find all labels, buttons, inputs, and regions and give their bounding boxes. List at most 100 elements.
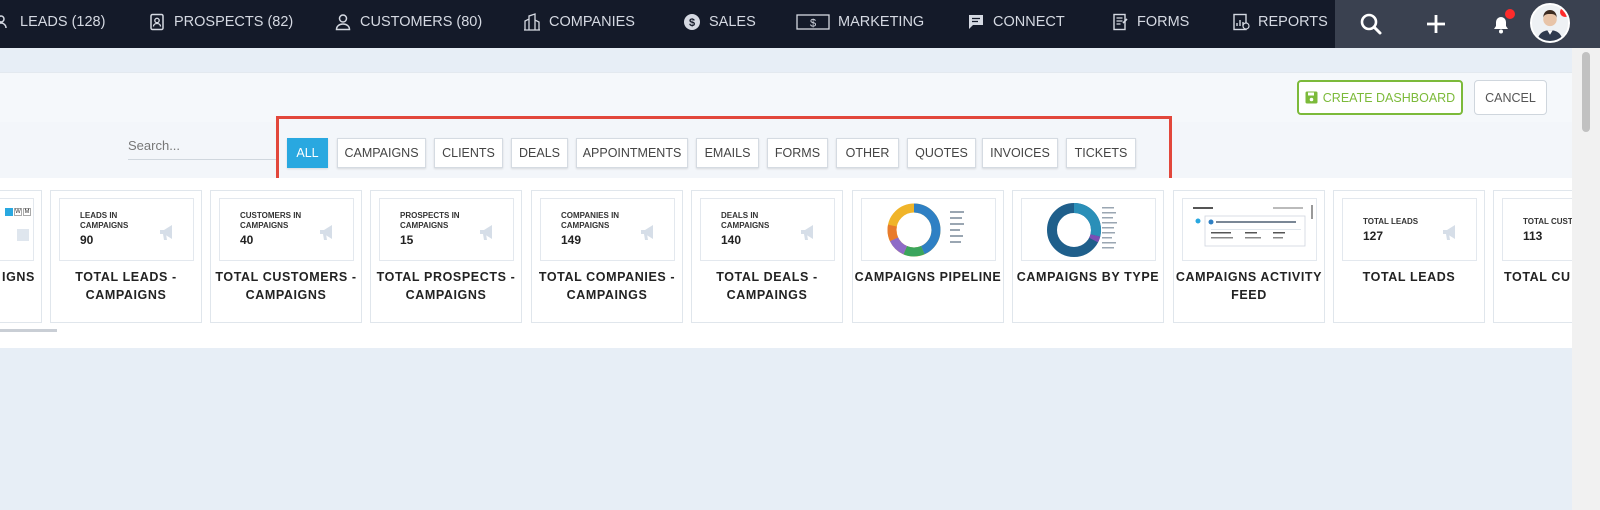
widget-card[interactable]: PROSPECTS IN CAMPAIGNS 15 TOTAL PROSPECT… bbox=[370, 190, 522, 323]
nav-label: COMPANIES bbox=[549, 14, 635, 30]
thumb-value: 113 bbox=[1523, 229, 1543, 243]
widget-gallery: W M IGNS LEADS IN CAMPAIGNS 90 TOTAL LEA… bbox=[0, 178, 1572, 348]
widget-card[interactable]: COMPANIES IN CAMPAIGNS 149 TOTAL COMPANI… bbox=[531, 190, 683, 323]
thumb-label: COMPANIES IN CAMPAIGNS bbox=[561, 211, 620, 230]
id-badge-icon bbox=[148, 13, 166, 31]
megaphone-icon bbox=[480, 225, 492, 240]
widget-title: TOTAL DEALS - CAMPAINGS bbox=[716, 270, 818, 302]
nav-label: CONNECT bbox=[993, 14, 1065, 30]
widget-title: CAMPAIGNS ACTIVITY FEED bbox=[1175, 270, 1323, 302]
search-input[interactable] bbox=[128, 132, 278, 160]
notifications-button[interactable] bbox=[1481, 4, 1521, 44]
user-icon bbox=[334, 13, 352, 31]
nav-item-marketing[interactable]: $ MARKETING bbox=[796, 0, 924, 44]
avatar-badge bbox=[1560, 7, 1568, 17]
building-icon bbox=[523, 13, 541, 31]
widget-thumbnail bbox=[1021, 198, 1156, 261]
widget-thumbnail: TOTAL CUST 113 bbox=[1502, 198, 1572, 261]
widget-thumbnail: W M bbox=[0, 198, 34, 261]
donut-chart-icon bbox=[1047, 203, 1117, 257]
thumb-label: DEALS IN CAMPAIGNS bbox=[721, 211, 770, 230]
widget-card[interactable]: TOTAL CUST 113 TOTAL CU bbox=[1493, 190, 1572, 323]
widget-card[interactable]: CAMPAIGNS BY TYPE bbox=[1012, 190, 1164, 323]
nav-item-reports[interactable]: REPORTS bbox=[1232, 0, 1328, 44]
create-dashboard-label: CREATE DASHBOARD bbox=[1322, 90, 1456, 105]
widget-thumbnail: TOTAL LEADS 127 bbox=[1342, 198, 1477, 261]
create-dashboard-button[interactable]: CREATE DASHBOARD bbox=[1297, 80, 1463, 115]
megaphone-icon bbox=[160, 225, 172, 240]
thumb-label: TOTAL LEADS bbox=[1363, 217, 1419, 226]
filter-tab-deals[interactable]: DEALS bbox=[511, 138, 568, 168]
widget-thumbnail bbox=[1182, 198, 1317, 261]
nav-label: PROSPECTS (82) bbox=[174, 14, 294, 30]
nav-item-forms[interactable]: FORMS bbox=[1111, 0, 1189, 44]
widget-thumbnail: DEALS IN CAMPAIGNS 140 bbox=[700, 198, 835, 261]
nav-item-customers[interactable]: CUSTOMERS (80) bbox=[334, 0, 482, 44]
search-button[interactable] bbox=[1351, 4, 1391, 44]
widget-card[interactable]: DEALS IN CAMPAIGNS 140 TOTAL DEALS - CAM… bbox=[691, 190, 843, 323]
widget-thumbnail bbox=[861, 198, 996, 261]
form-icon bbox=[1111, 13, 1129, 31]
nav-label: FORMS bbox=[1137, 14, 1190, 30]
widget-title: IGNS bbox=[2, 270, 35, 284]
widget-title: TOTAL LEADS bbox=[1362, 270, 1456, 284]
thumb-label: LEADS IN CAMPAIGNS bbox=[80, 211, 129, 230]
widget-thumbnail: LEADS IN CAMPAIGNS 90 bbox=[59, 198, 194, 261]
nav-label: MARKETING bbox=[838, 14, 925, 30]
nav-actions bbox=[1335, 0, 1600, 48]
filter-tab-forms[interactable]: FORMS bbox=[767, 138, 828, 168]
widget-title: TOTAL LEADS - CAMPAIGNS bbox=[75, 270, 177, 302]
filter-tab-all[interactable]: ALL bbox=[287, 138, 328, 168]
nav-label: LEADS (128) bbox=[20, 14, 106, 30]
thumb-value: 127 bbox=[1363, 229, 1384, 243]
widget-card[interactable]: LEADS IN CAMPAIGNS 90 TOTAL LEADS - CAMP… bbox=[50, 190, 202, 323]
nav-item-prospects[interactable]: PROSPECTS (82) bbox=[148, 0, 293, 44]
widget-card[interactable]: W M IGNS bbox=[0, 190, 42, 323]
widget-card[interactable]: CAMPAIGNS ACTIVITY FEED bbox=[1173, 190, 1325, 323]
filter-tab-clients[interactable]: CLIENTS bbox=[434, 138, 503, 168]
thumb-value: 140 bbox=[721, 233, 742, 247]
activity-feed-icon bbox=[1193, 205, 1313, 247]
cancel-button[interactable]: CANCEL bbox=[1474, 80, 1547, 115]
widget-title: TOTAL CU bbox=[1504, 270, 1571, 284]
megaphone-icon bbox=[801, 225, 813, 240]
filter-tab-other[interactable]: OTHER bbox=[836, 138, 899, 168]
widget-card[interactable]: TOTAL LEADS 127 TOTAL LEADS bbox=[1333, 190, 1485, 323]
widget-thumbnail: COMPANIES IN CAMPAIGNS 149 bbox=[540, 198, 675, 261]
filter-tab-campaigns[interactable]: CAMPAIGNS bbox=[337, 138, 426, 168]
user-group-icon bbox=[0, 13, 12, 31]
nav-item-companies[interactable]: COMPANIES bbox=[523, 0, 635, 44]
horizontal-scrollbar[interactable] bbox=[0, 329, 57, 332]
filter-tab-tickets[interactable]: TICKETS bbox=[1066, 138, 1136, 168]
widget-title: TOTAL PROSPECTS - CAMPAIGNS bbox=[376, 270, 516, 302]
filter-tab-invoices[interactable]: INVOICES bbox=[982, 138, 1058, 168]
megaphone-icon bbox=[1443, 225, 1455, 240]
widget-title: TOTAL CUSTOMERS - CAMPAIGNS bbox=[215, 270, 357, 302]
notification-badge bbox=[1505, 9, 1515, 19]
nav-item-connect[interactable]: CONNECT bbox=[967, 0, 1065, 44]
filter-tab-emails[interactable]: EMAILS bbox=[696, 138, 759, 168]
filter-tab-quotes[interactable]: QUOTES bbox=[907, 138, 976, 168]
nav-label: CUSTOMERS (80) bbox=[360, 14, 483, 30]
widget-card[interactable]: CUSTOMERS IN CAMPAIGNS 40 TOTAL CUSTOMER… bbox=[210, 190, 362, 323]
thumb-label: TOTAL CUST bbox=[1523, 217, 1572, 226]
filter-tab-appointments[interactable]: APPOINTMENTS bbox=[576, 138, 688, 168]
widget-thumbnail: PROSPECTS IN CAMPAIGNS 15 bbox=[379, 198, 514, 261]
nav-item-leads[interactable]: LEADS (128) bbox=[0, 0, 105, 44]
calendar-icon bbox=[17, 229, 29, 241]
svg-text:$: $ bbox=[689, 17, 695, 29]
thumb-value: 149 bbox=[561, 233, 582, 247]
report-icon bbox=[1232, 13, 1250, 31]
add-button[interactable] bbox=[1416, 4, 1456, 44]
thumb-label: PROSPECTS IN CAMPAIGNS bbox=[400, 211, 460, 230]
widget-thumbnail: CUSTOMERS IN CAMPAIGNS 40 bbox=[219, 198, 354, 261]
avatar[interactable] bbox=[1530, 3, 1570, 43]
thumb-label: CUSTOMERS IN CAMPAIGNS bbox=[240, 211, 302, 230]
dollar-circle-icon: $ bbox=[683, 13, 701, 31]
widget-card[interactable]: CAMPAIGNS PIPELINE bbox=[852, 190, 1004, 323]
nav-item-sales[interactable]: $ SALES bbox=[683, 0, 756, 44]
nav-label: REPORTS bbox=[1258, 14, 1328, 30]
widget-title: CAMPAIGNS PIPELINE bbox=[854, 270, 1002, 284]
calendar-view-switch-icon: W M bbox=[5, 208, 31, 216]
vertical-scrollbar-thumb[interactable] bbox=[1582, 52, 1590, 132]
